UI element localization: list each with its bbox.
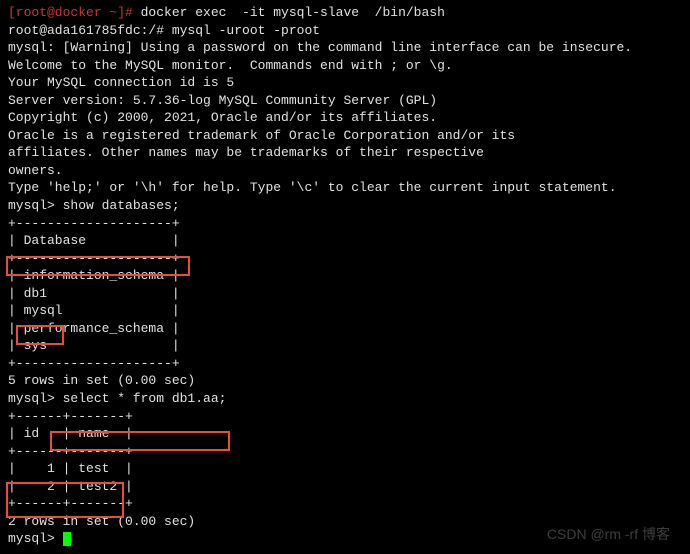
table-row: | 2 | test2 | [8,478,682,496]
terminal-line: Server version: 5.7.36-log MySQL Communi… [8,92,682,110]
table-border: +--------------------+ [8,355,682,373]
terminal-line: owners. [8,162,682,180]
table-row: | information_schema | [8,267,682,285]
terminal-line: Oracle is a registered trademark of Orac… [8,127,682,145]
mysql-command-select: mysql> select * from db1.aa; [8,390,682,408]
table-row: | performance_schema | [8,320,682,338]
terminal-line: Type 'help;' or '\h' for help. Type '\c'… [8,179,682,197]
watermark-text: CSDN @rm -rf 博客 [547,525,670,544]
terminal-line: root@ada161785fdc:/# mysql -uroot -proot [8,22,682,40]
table-row: | mysql | [8,302,682,320]
cursor-icon [63,532,71,546]
terminal-line: Welcome to the MySQL monitor. Commands e… [8,57,682,75]
table-border: +------+-------+ [8,443,682,461]
table-border: +------+-------+ [8,495,682,513]
terminal-line: mysql: [Warning] Using a password on the… [8,39,682,57]
table-row-db1: | db1 | [8,285,682,303]
table-border: +--------------------+ [8,250,682,268]
terminal-line: Your MySQL connection id is 5 [8,74,682,92]
table-header: | Database | [8,232,682,250]
result-summary: 5 rows in set (0.00 sec) [8,372,682,390]
terminal-line: Copyright (c) 2000, 2021, Oracle and/or … [8,109,682,127]
terminal-line-prompt: [root@docker ~]# docker exec -it mysql-s… [8,4,682,22]
terminal-line: affiliates. Other names may be trademark… [8,144,682,162]
shell-command: docker exec -it mysql-slave /bin/bash [141,5,445,20]
table-border: +--------------------+ [8,215,682,233]
mysql-command-show-databases: mysql> show databases; [8,197,682,215]
table-row: | 1 | test | [8,460,682,478]
table-border: +------+-------+ [8,408,682,426]
table-header: | id | name | [8,425,682,443]
table-row: | sys | [8,337,682,355]
shell-prompt: [root@docker ~]# [8,5,141,20]
mysql-prompt-text: mysql> [8,531,63,546]
